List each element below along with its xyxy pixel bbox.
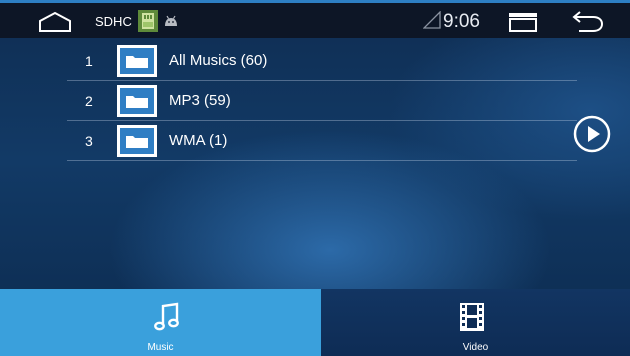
android-debug-icon <box>165 15 177 26</box>
sd-card-icon <box>138 10 158 32</box>
folder-icon <box>117 85 157 117</box>
list-item-index: 2 <box>85 93 93 109</box>
back-icon[interactable] <box>571 11 605 33</box>
music-note-icon <box>154 302 179 331</box>
recent-apps-icon[interactable] <box>506 11 540 33</box>
tab-video[interactable]: Video <box>321 289 630 356</box>
tab-music-label: Music <box>147 342 174 353</box>
list-item-index: 1 <box>85 53 93 69</box>
list-item-label: WMA (1) <box>169 132 228 149</box>
bottom-tab-bar: Music Video <box>0 289 630 356</box>
list-item[interactable]: 3 WMA (1) <box>67 121 577 161</box>
list-item-index: 3 <box>85 133 93 149</box>
status-bar: SDHC 9:06 <box>0 0 630 38</box>
folder-list: 1 All Musics (60) 2 MP3 (59) 3 WMA (1) <box>67 41 577 161</box>
tab-music[interactable]: Music <box>0 289 321 356</box>
list-item[interactable]: 1 All Musics (60) <box>67 41 577 81</box>
signal-icon <box>423 11 441 29</box>
folder-icon <box>117 125 157 157</box>
film-icon <box>460 303 484 331</box>
music-player-screen: SDHC 9:06 1 All Musics (60) 2 MP3 (59) 3… <box>0 0 630 356</box>
home-icon[interactable] <box>38 11 72 33</box>
list-item-label: All Musics (60) <box>169 52 268 69</box>
tab-video-label: Video <box>462 342 489 353</box>
storage-label: SDHC <box>95 14 132 29</box>
clock: 9:06 <box>443 11 480 32</box>
play-icon[interactable] <box>573 115 611 153</box>
folder-icon <box>117 45 157 77</box>
list-item-label: MP3 (59) <box>169 92 231 109</box>
list-item[interactable]: 2 MP3 (59) <box>67 81 577 121</box>
